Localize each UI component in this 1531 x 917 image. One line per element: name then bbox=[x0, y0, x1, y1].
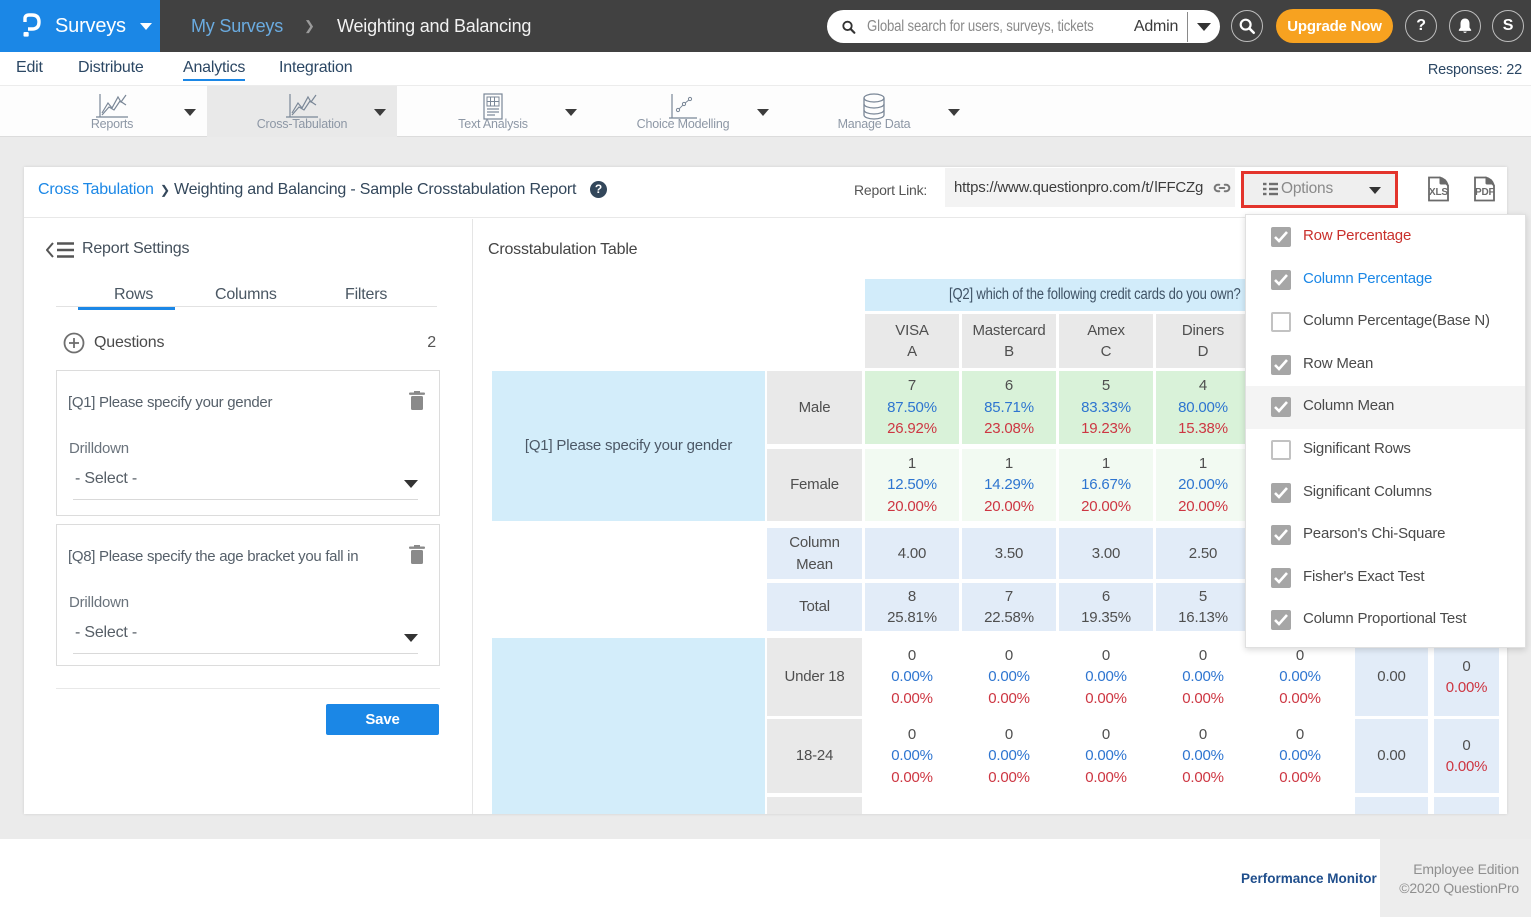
svg-text:XLS: XLS bbox=[1429, 187, 1448, 198]
svg-text:PDF: PDF bbox=[1475, 187, 1494, 198]
